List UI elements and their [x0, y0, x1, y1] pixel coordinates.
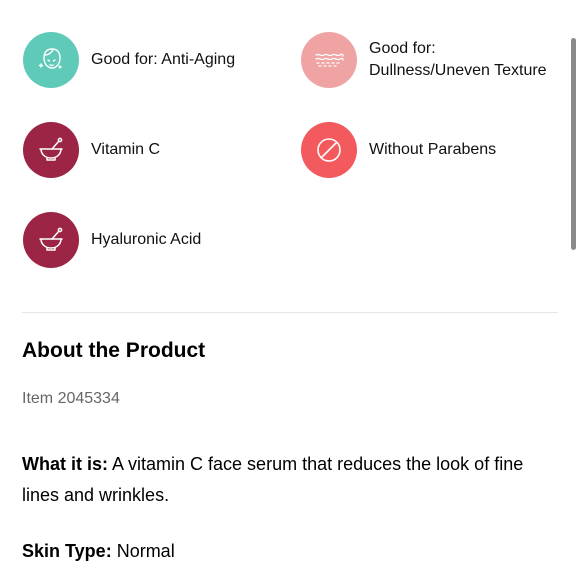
what-it-is-description: What it is: A vitamin C face serum that …: [22, 449, 552, 511]
highlight-hyaluronic-acid: Hyaluronic Acid: [23, 212, 201, 268]
item-number: Item 2045334: [22, 390, 120, 407]
dullness-label-line1: Good for:: [369, 40, 436, 57]
vitamin-c-label: Vitamin C: [91, 141, 161, 158]
anti-aging-label: Good for: Anti-Aging: [91, 51, 236, 68]
dullness-label-line2: Dullness/Uneven Texture: [369, 62, 547, 79]
hyaluronic-acid-label: Hyaluronic Acid: [91, 231, 202, 248]
highlight-label: Good for: Dullness/Uneven Texture: [369, 38, 547, 82]
skin-type-label: Skin Type:: [22, 541, 112, 561]
highlight-dullness: Good for: Dullness/Uneven Texture: [301, 32, 547, 88]
highlight-anti-aging: Good for: Anti-Aging: [23, 32, 235, 88]
without-parabens-label: Without Parabens: [369, 141, 497, 158]
prohibited-icon: [317, 138, 341, 162]
highlight-vitamin-c: Vitamin C: [23, 122, 160, 178]
skin-type-row: Skin Type: Normal: [22, 539, 175, 563]
section-divider: [22, 312, 558, 313]
what-it-is-label: What it is:: [22, 454, 108, 474]
mortar-pestle-icon: [39, 227, 63, 251]
skin-texture-icon: [315, 53, 344, 67]
anti-aging-badge: [23, 32, 79, 88]
about-product-title: About the Product: [22, 339, 206, 362]
highlight-label: Without Parabens: [369, 139, 496, 161]
highlight-label: Vitamin C: [91, 139, 160, 161]
scrollbar-thumb[interactable]: [571, 38, 576, 250]
highlight-label: Good for: Anti-Aging: [91, 49, 235, 71]
skin-type-value: Normal: [111, 541, 175, 561]
face-sparkle-icon: [38, 48, 62, 69]
hyaluronic-acid-badge: [23, 212, 79, 268]
highlight-label: Hyaluronic Acid: [91, 229, 201, 251]
without-parabens-badge: [301, 122, 357, 178]
dullness-badge: [301, 32, 357, 88]
vitamin-c-badge: [23, 122, 79, 178]
mortar-pestle-icon: [39, 137, 63, 161]
highlight-without-parabens: Without Parabens: [301, 122, 496, 178]
